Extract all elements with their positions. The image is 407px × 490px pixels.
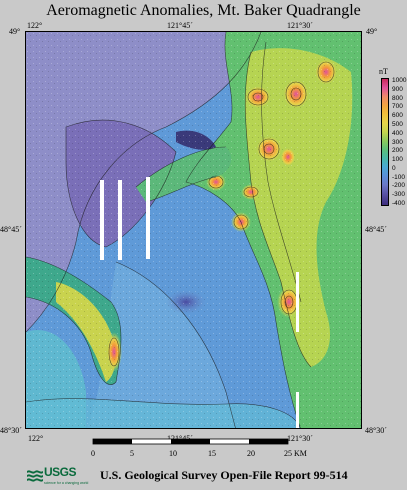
top-tick-122: 122° — [27, 21, 43, 30]
colorbar-label: 400 — [392, 129, 403, 137]
colorbar — [381, 78, 389, 206]
top-tick-121-45: 121°45´ — [167, 21, 193, 30]
scale-label: 25 KM — [284, 449, 307, 458]
colorbar-label: -400 — [392, 200, 406, 207]
colorbar-label: -200 — [392, 182, 406, 190]
colorbar-label: 300 — [392, 138, 403, 146]
scale-label: 0 — [91, 449, 95, 458]
anomaly-map-canvas — [26, 32, 361, 428]
scale-label: 5 — [130, 449, 134, 458]
colorbar-label: 700 — [392, 103, 403, 111]
report-citation: U.S. Geological Survey Open-File Report … — [100, 468, 348, 482]
colorbar-label: -100 — [392, 173, 406, 181]
scale-label: 15 — [208, 449, 216, 458]
texture-overlay — [26, 32, 361, 428]
colorbar-label: 200 — [392, 147, 403, 155]
bottom-tick-122: 122° — [28, 434, 44, 443]
colorbar-label: 0 — [392, 164, 396, 172]
colorbar-label: 800 — [392, 94, 403, 102]
map-title: Aeromagnetic Anomalies, Mt. Baker Quadra… — [46, 2, 361, 19]
colorbar-label: 600 — [392, 112, 403, 120]
right-tick-48-30: 48°30´ — [365, 426, 387, 435]
usgs-logo-tagline: science for a changing world — [44, 481, 89, 485]
right-tick-49: 49° — [366, 27, 378, 36]
right-tick-48-45: 48°45´ — [365, 225, 387, 234]
anomaly-map — [25, 31, 362, 429]
scale-label: 20 — [247, 449, 255, 458]
colorbar-label: 1000 — [392, 77, 407, 84]
colorbar-label: 900 — [392, 85, 403, 93]
colorbar-label: 100 — [392, 156, 403, 164]
left-tick-48-45: 48°45´ — [0, 225, 22, 234]
usgs-logo-text: USGS — [44, 465, 77, 479]
colorbar-label: -300 — [392, 191, 406, 199]
colorbar-unit: nT — [379, 67, 388, 76]
colorbar-label: 500 — [392, 120, 403, 128]
scale-label: 10 — [169, 449, 177, 458]
left-tick-48-30: 48°30´ — [0, 426, 22, 435]
top-tick-121-30: 121°30´ — [287, 21, 313, 30]
left-tick-49: 49° — [9, 27, 21, 36]
scale-bar — [92, 438, 289, 445]
